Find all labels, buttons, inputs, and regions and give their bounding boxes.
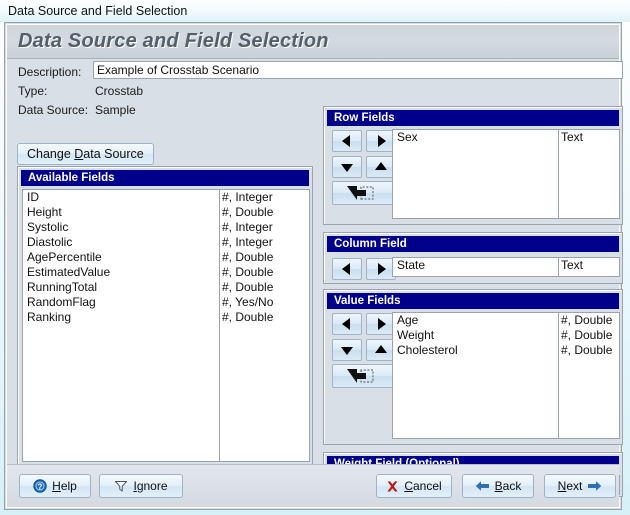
value-fields-list[interactable]: Age #, Double Weight #, Double Cholesterol #,… — [392, 312, 620, 439]
field-name: State — [397, 258, 426, 272]
list-item[interactable]: Cholesterol #, Double — [393, 343, 619, 358]
field-type: Text — [561, 258, 584, 272]
field-type: #, Integer — [222, 235, 273, 249]
row-fields-remove-all-button[interactable] — [332, 181, 394, 205]
field-name: Weight — [397, 328, 435, 342]
list-item[interactable]: Diastolic #, Integer — [23, 235, 309, 250]
available-fields-panel: Available Fields ID #, Integer Height #, Do… — [17, 166, 313, 495]
list-item[interactable]: Ranking #, Double — [23, 310, 309, 325]
footer-bar: ? Help Ignore Cancel Back Next — [7, 464, 619, 507]
field-type: #, Yes/No — [222, 295, 274, 309]
field-type: #, Double — [222, 310, 274, 324]
field-type: #, Double — [222, 205, 274, 219]
column-field-header: Column Field — [327, 236, 619, 252]
list-item[interactable]: RandomFlag #, Yes/No — [23, 295, 309, 310]
list-item[interactable]: AgePercentile #, Double — [23, 250, 309, 265]
field-name: RunningTotal — [27, 280, 98, 294]
window-title: Data Source and Field Selection — [8, 4, 188, 18]
value-fields-remove-all-button[interactable] — [332, 364, 394, 388]
row-fields-list[interactable]: Sex Text — [392, 129, 620, 219]
field-name: Systolic — [27, 220, 69, 234]
field-type: #, Double — [222, 280, 274, 294]
value-fields-panel: Value Fields Age #, Double Weight #, Double… — [323, 289, 623, 445]
row-fields-panel: Row Fields Sex Text — [323, 106, 623, 225]
row-fields-move-left-button[interactable] — [332, 130, 362, 152]
value-fields-move-down-button[interactable] — [332, 339, 362, 361]
column-field-list[interactable]: State Text — [392, 257, 620, 277]
field-type: #, Double — [561, 343, 613, 357]
change-data-source-button[interactable]: Change Data Source — [17, 143, 154, 165]
dialog-inner: Data Source and Field Selection Descript… — [6, 24, 623, 508]
field-type: Text — [561, 130, 584, 144]
field-type: #, Integer — [222, 220, 273, 234]
field-name: Sex — [397, 130, 418, 144]
list-item[interactable]: Height #, Double — [23, 205, 309, 220]
list-item[interactable]: Systolic #, Integer — [23, 220, 309, 235]
page-title: Data Source and Field Selection — [18, 30, 329, 52]
value-fields-move-left-button[interactable] — [332, 313, 362, 335]
row-fields-header: Row Fields — [327, 110, 619, 126]
arrow-right-icon — [587, 480, 602, 492]
next-label: Next — [557, 479, 583, 493]
data-source-label: Data Source: — [18, 103, 89, 117]
available-fields-list[interactable]: ID #, Integer Height #, Double Systolic #, In… — [22, 189, 310, 462]
help-button[interactable]: ? Help — [19, 474, 91, 498]
list-item[interactable]: Weight #, Double — [393, 328, 619, 343]
description-label: Description: — [18, 65, 82, 79]
field-name: Cholesterol — [397, 343, 458, 357]
cancel-button[interactable]: Cancel — [376, 474, 452, 498]
help-label: Help — [52, 479, 77, 493]
field-name: Age — [397, 313, 419, 327]
help-circle-icon: ? — [33, 479, 47, 493]
change-data-source-label: Change Data Source — [27, 147, 144, 161]
type-value: Crosstab — [95, 84, 144, 98]
field-type: #, Integer — [222, 190, 273, 204]
type-label: Type: — [18, 84, 48, 98]
arrow-left-icon — [475, 480, 490, 492]
back-label: Back — [494, 479, 522, 493]
list-item[interactable]: Age #, Double — [393, 313, 619, 328]
field-name: Ranking — [27, 310, 72, 324]
value-fields-header: Value Fields — [327, 293, 619, 309]
close-x-icon — [386, 480, 399, 493]
dialog-window: Data Source and Field Selection Descript… — [4, 22, 623, 510]
field-name: AgePercentile — [27, 250, 102, 264]
data-source-value: Sample — [95, 103, 136, 117]
available-fields-rows: ID #, Integer Height #, Double Systolic #, In… — [23, 190, 309, 325]
ignore-button[interactable]: Ignore — [99, 474, 183, 498]
list-item[interactable]: ID #, Integer — [23, 190, 309, 205]
description-input[interactable] — [93, 61, 623, 79]
field-name: Diastolic — [27, 235, 73, 249]
field-type: #, Double — [222, 250, 274, 264]
field-type: #, Double — [561, 313, 613, 327]
svg-text:?: ? — [38, 482, 43, 491]
column-field-rows: State Text — [393, 258, 619, 273]
ignore-label: Ignore — [133, 479, 168, 493]
cancel-label: Cancel — [404, 479, 442, 493]
row-fields-move-down-button[interactable] — [332, 156, 362, 178]
field-type: #, Double — [561, 328, 613, 342]
funnel-filter-icon — [114, 479, 128, 493]
field-type: #, Double — [222, 265, 274, 279]
list-item[interactable]: State Text — [393, 258, 619, 273]
value-fields-rows: Age #, Double Weight #, Double Cholesterol #,… — [393, 313, 619, 358]
row-fields-rows: Sex Text — [393, 130, 619, 145]
field-name: EstimatedValue — [27, 265, 111, 279]
next-button[interactable]: Next — [544, 474, 616, 498]
column-field-move-left-button[interactable] — [332, 258, 362, 280]
column-field-panel: Column Field State Text — [323, 232, 623, 284]
list-item[interactable]: RunningTotal #, Double — [23, 280, 309, 295]
list-item[interactable]: Sex Text — [393, 130, 619, 145]
back-button[interactable]: Back — [462, 474, 534, 498]
list-item[interactable]: EstimatedValue #, Double — [23, 265, 309, 280]
field-name: ID — [27, 190, 39, 204]
field-name: Height — [27, 205, 62, 219]
field-name: RandomFlag — [27, 295, 96, 309]
window-titlebar: Data Source and Field Selection — [0, 0, 630, 22]
banner: Data Source and Field Selection — [7, 25, 619, 59]
available-fields-header: Available Fields — [21, 170, 309, 186]
